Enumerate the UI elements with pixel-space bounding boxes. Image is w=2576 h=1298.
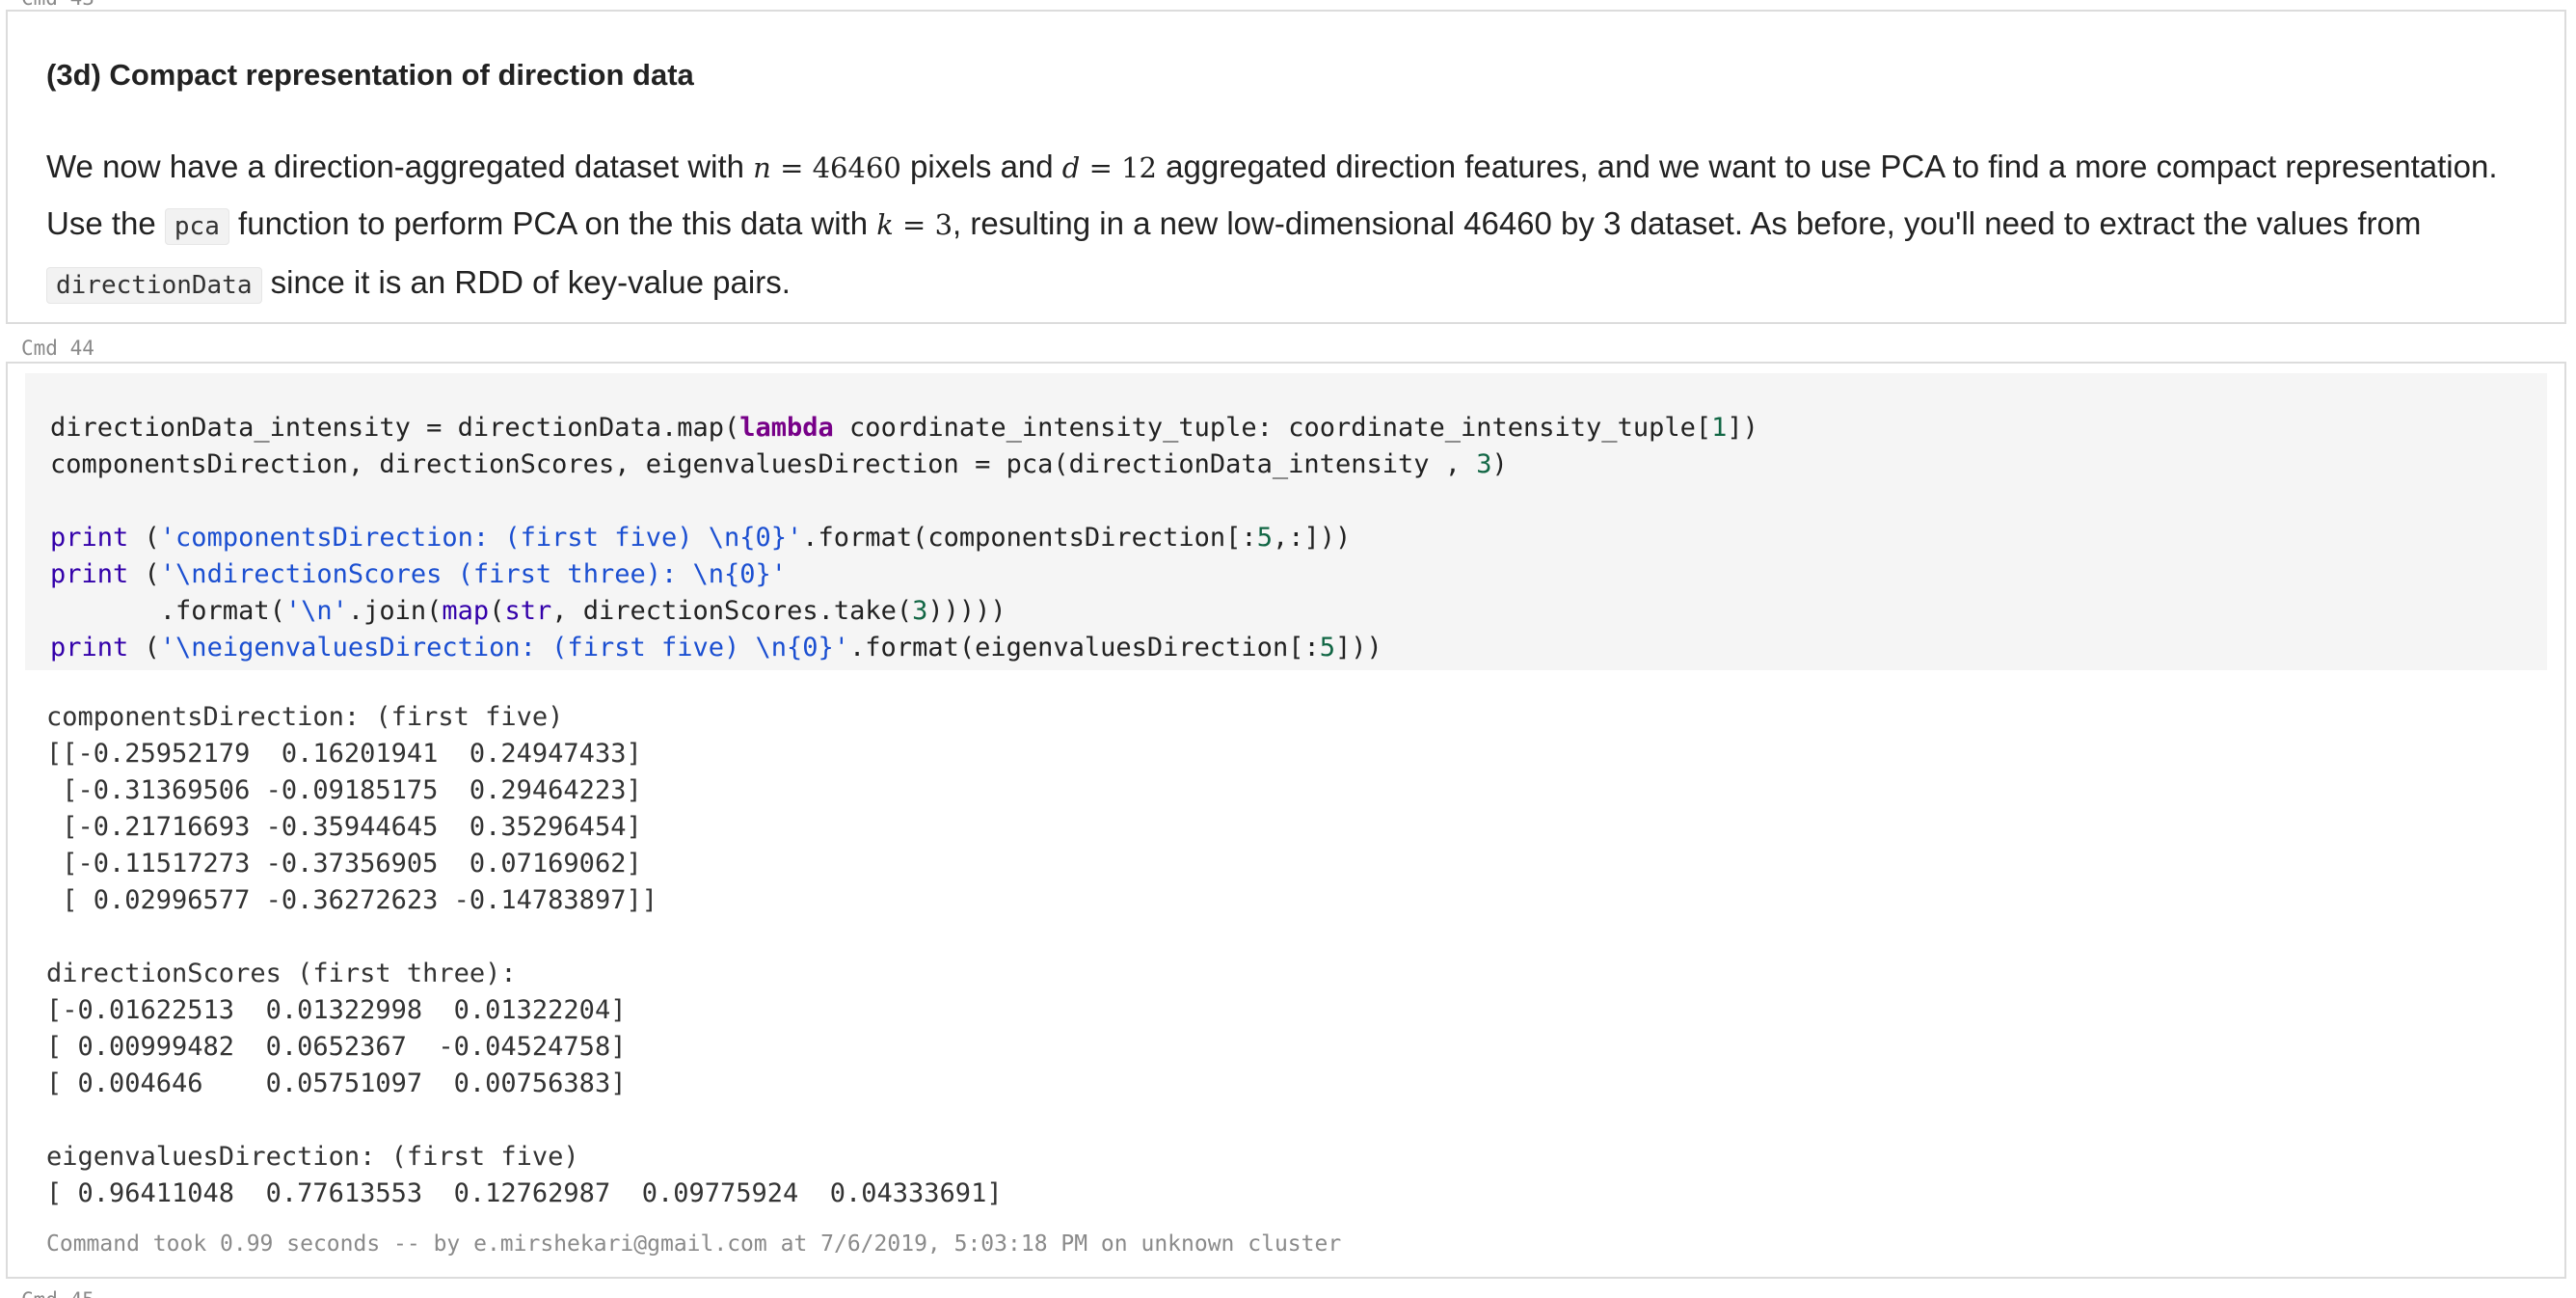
section-heading: (3d) Compact representation of direction… [46, 58, 694, 92]
md-text: since it is an RDD of key-value pairs. [261, 264, 791, 300]
code-line-7: print ('\neigenvaluesDirection: (first f… [50, 633, 1382, 663]
md-text: pixels and [900, 149, 1062, 184]
code-line-1: directionData_intensity = directionData.… [50, 413, 1758, 443]
math-d-value: = 12 [1080, 151, 1158, 184]
command-footer: Command took 0.99 seconds -- by e.mirshe… [46, 1231, 1342, 1257]
markdown-paragraph: We now have a direction-aggregated datas… [46, 139, 2543, 313]
output-line: directionScores (first three): [46, 959, 517, 988]
code-line-6: .format('\n'.join(map(str, directionScor… [50, 596, 1006, 626]
output-line: [ 0.00999482 0.0652367 -0.04524758] [46, 1032, 627, 1062]
output-line: [[-0.25952179 0.16201941 0.24947433] [46, 739, 642, 769]
output-line: [-0.21716693 -0.35944645 0.35296454] [46, 812, 642, 842]
math-d: d [1061, 151, 1081, 184]
output-line: [ 0.004646 0.05751097 0.00756383] [46, 1068, 627, 1098]
md-text: function to perform PCA on the this data… [228, 205, 877, 241]
code-line-4: print ('componentsDirection: (first five… [50, 523, 1352, 553]
code-line-2: componentsDirection, directionScores, ei… [50, 449, 1508, 479]
cell-output: componentsDirection: (first five) [[-0.2… [46, 699, 1003, 1212]
inline-code-directiondata: directionData [46, 267, 262, 304]
output-line: eigenvaluesDirection: (first five) [46, 1142, 579, 1172]
cmd-label: Cmd 44 [21, 337, 94, 360]
code-cell[interactable]: directionData_intensity = directionData.… [6, 362, 2566, 1279]
md-text: We now have a direction-aggregated datas… [46, 149, 754, 184]
next-cmd-label: Cmd 45 [21, 1288, 94, 1298]
output-line: [ 0.96411048 0.77613553 0.12762987 0.097… [46, 1178, 1003, 1208]
math-n-value: = 46460 [770, 151, 901, 184]
output-line: [-0.01622513 0.01322998 0.01322204] [46, 995, 627, 1025]
output-line: componentsDirection: (first five) [46, 702, 564, 732]
markdown-cell[interactable]: (3d) Compact representation of direction… [6, 10, 2566, 324]
code-editor[interactable]: directionData_intensity = directionData.… [25, 373, 2547, 670]
output-line: [ 0.02996577 -0.36272623 -0.14783897]] [46, 885, 657, 915]
md-text: , resulting in a new low-dimensional 464… [953, 205, 2422, 241]
code-line-5: print ('\ndirectionScores (first three):… [50, 559, 788, 589]
output-line: [-0.31369506 -0.09185175 0.29464223] [46, 775, 642, 805]
math-k-value: = 3 [893, 208, 953, 241]
prev-cmd-label: Cmd 43 [21, 0, 94, 10]
math-n: n [753, 151, 771, 184]
math-k: k [876, 208, 894, 241]
inline-code-pca: pca [164, 208, 229, 245]
output-line: [-0.11517273 -0.37356905 0.07169062] [46, 849, 642, 879]
